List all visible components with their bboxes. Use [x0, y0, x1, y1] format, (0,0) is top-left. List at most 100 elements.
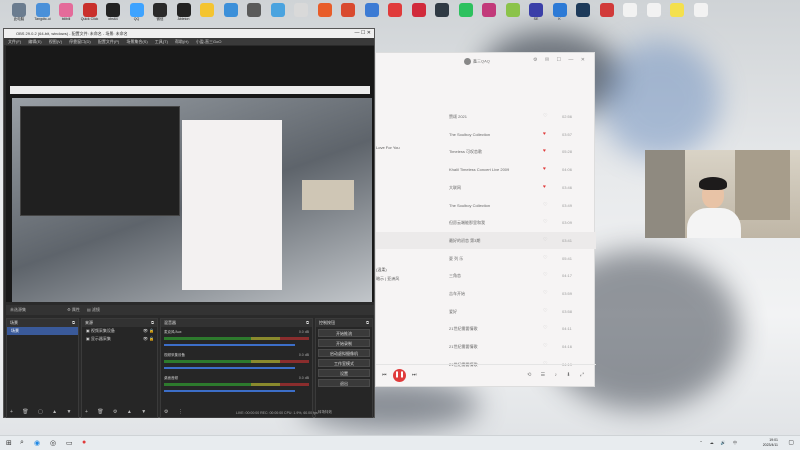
desktop-icon[interactable] — [408, 3, 430, 17]
window-controls[interactable]: — ☐ ✕ — [355, 29, 371, 38]
header-controls[interactable]: ⚙ ✉ ☐ — ✕ — [533, 57, 588, 63]
desktop-icon[interactable] — [361, 3, 383, 17]
desktop-icon[interactable] — [220, 3, 242, 17]
menu-help[interactable]: 帮助(H) — [175, 39, 189, 44]
like-heart-icon[interactable]: ♥ — [543, 184, 546, 190]
start-streaming-button[interactable]: 开始推流 — [318, 329, 370, 337]
desktop-icon[interactable] — [619, 3, 641, 17]
music-taskbar-icon[interactable]: ● — [82, 439, 86, 446]
desktop-icon[interactable] — [478, 3, 500, 17]
studio-mode-button[interactable]: 工作室模式 — [318, 359, 370, 367]
track-row[interactable]: 最好的初恋 第3期 ♡ 03:41 — [376, 231, 596, 249]
source-item-display-capture[interactable]: ▣ 显示器采集 👁 🔒 — [82, 335, 157, 343]
mixer-channel-video-capture[interactable]: 视频采集设备 0.0 dB — [164, 353, 309, 373]
desktop-icon[interactable] — [666, 3, 688, 17]
desktop-icon[interactable]: 微信 — [149, 3, 171, 22]
taskbar-clock[interactable]: 19:01 2023/4/11 — [763, 438, 778, 448]
track-row[interactable]: 夏 列 乐 ♡ 05:41 — [376, 250, 596, 267]
like-heart-icon[interactable]: ♡ — [543, 202, 547, 208]
volume-slider[interactable] — [164, 344, 295, 346]
like-heart-icon[interactable]: ♥ — [543, 131, 546, 137]
track-row[interactable]: 三角恋 ♡ 04:17 — [376, 267, 596, 284]
menu-view[interactable]: 视图(V) — [49, 39, 62, 44]
track-row[interactable]: 21世纪需要情歌 ♡ 04:16 — [376, 338, 596, 355]
desktop-icon[interactable] — [243, 3, 265, 17]
desktop-icon[interactable] — [455, 3, 477, 17]
dock-close-icon[interactable]: ⧉ — [151, 319, 154, 327]
like-heart-icon[interactable]: ♡ — [543, 290, 547, 296]
mixer-channel-mic[interactable]: 麦克风/Aux 0.0 dB — [164, 330, 309, 350]
virtual-camera-button[interactable]: 启动虚拟摄像机 — [318, 349, 370, 357]
like-heart-icon[interactable]: ♡ — [543, 325, 547, 331]
desktop-icon[interactable] — [596, 3, 618, 17]
menu-profile[interactable]: 配置文件(P) — [98, 39, 119, 44]
desktop-icon[interactable] — [384, 3, 406, 17]
mixer-toolbar[interactable]: ⚙ ⋮ — [164, 409, 187, 415]
user-profile[interactable]: 鑫三QAQ — [464, 58, 490, 65]
like-heart-icon[interactable]: ♡ — [543, 237, 547, 243]
obs-preview[interactable] — [6, 46, 374, 302]
desktop-icon[interactable] — [337, 3, 359, 17]
desktop-icon[interactable] — [690, 3, 712, 17]
settings-button[interactable]: 设置 — [318, 369, 370, 377]
menu-docks[interactable]: 停靠窗口(D) — [69, 39, 91, 44]
start-icon[interactable]: ⊞ — [6, 439, 12, 447]
like-heart-icon[interactable]: ♥ — [543, 148, 546, 154]
desktop-icon[interactable] — [290, 3, 312, 17]
desktop-icon[interactable]: QQ — [126, 3, 148, 21]
scene-toolbar[interactable]: + 🗑 ▢ ▲ ▼ — [10, 409, 75, 415]
system-tray[interactable]: ⌃ ☁ 🔊 中 — [699, 440, 740, 446]
menu-file[interactable]: 文件(F) — [8, 39, 21, 44]
pause-button[interactable]: ❚❚ — [393, 369, 406, 382]
desktop-icon[interactable] — [502, 3, 524, 17]
track-row[interactable]: 但愿云端能那里和我 ♡ 03:09 — [376, 214, 596, 231]
desktop-icon[interactable] — [267, 3, 289, 17]
track-row[interactable]: 大联网 ♥ 03:46 — [376, 179, 596, 196]
track-row[interactable]: The Soulboy Collection ♡ 03:49 — [376, 197, 596, 214]
menu-edit[interactable]: 编辑(E) — [28, 39, 41, 44]
track-row[interactable]: 爱好 ♡ 03:58 — [376, 303, 596, 320]
desktop-icon[interactable] — [572, 3, 594, 17]
mixer-channel-desktop-audio[interactable]: 桌面音频 0.0 dB — [164, 376, 309, 396]
desktop-icon[interactable] — [431, 3, 453, 17]
like-heart-icon[interactable]: ♥ — [543, 166, 546, 172]
dock-close-icon[interactable]: ⧉ — [306, 319, 309, 327]
like-heart-icon[interactable]: ♡ — [543, 272, 547, 278]
filters-button[interactable]: ▤ 滤镜 — [87, 307, 100, 312]
track-row[interactable]: The Soulboy Collection ♥ 03:57 — [376, 126, 596, 143]
desktop-icon[interactable] — [196, 3, 218, 17]
search-icon[interactable]: ⌕ — [20, 439, 24, 447]
like-heart-icon[interactable]: ♡ — [543, 113, 547, 119]
desktop-icon[interactable]: Ableton — [173, 3, 195, 21]
explorer-icon[interactable]: ▭ — [66, 439, 73, 447]
desktop-icon[interactable]: 此电脑 — [8, 3, 30, 22]
desktop-icon[interactable]: Tangdtc-ui — [32, 3, 54, 21]
menu-account[interactable]: 小盈-直三GoO — [196, 39, 222, 44]
edge-icon[interactable]: ◉ — [34, 439, 40, 447]
obs-taskbar-icon[interactable]: ◎ — [50, 439, 56, 447]
desktop-icon[interactable]: K — [549, 3, 571, 21]
dock-close-icon[interactable]: ⧉ — [366, 319, 369, 327]
volume-slider[interactable] — [164, 367, 295, 369]
scene-item[interactable]: 场景 — [7, 327, 78, 335]
like-heart-icon[interactable]: ♡ — [543, 343, 547, 349]
track-row[interactable]: Timeless 可叹恋歌 ♥ 05:28 — [376, 143, 596, 160]
track-row[interactable]: 吉车开始 ♡ 03:59 — [376, 285, 596, 302]
exit-button[interactable]: 退出 — [318, 379, 370, 387]
volume-slider[interactable] — [164, 390, 295, 392]
menu-scene-collection[interactable]: 场景集合(S) — [126, 39, 147, 44]
desktop-icon[interactable] — [643, 3, 665, 17]
like-heart-icon[interactable]: ♡ — [543, 255, 547, 261]
desktop-icon[interactable]: bilibili — [55, 3, 77, 21]
like-heart-icon[interactable]: ♡ — [543, 308, 547, 314]
notification-icon[interactable]: ▢ — [788, 439, 794, 446]
previous-track-icon[interactable]: ⏮ — [382, 372, 387, 378]
start-recording-button[interactable]: 开始录制 — [318, 339, 370, 347]
desktop-icon[interactable]: Quick Click — [79, 3, 101, 21]
desktop-icon[interactable] — [314, 3, 336, 17]
source-item-video-capture[interactable]: ▣ 视频采集设备 👁 🔒 — [82, 327, 157, 335]
like-heart-icon[interactable]: ♡ — [543, 219, 547, 225]
next-track-icon[interactable]: ⏭ — [412, 372, 417, 378]
dock-close-icon[interactable]: ⧉ — [72, 319, 75, 327]
source-toolbar[interactable]: + 🗑 ⚙ ▲ ▼ — [85, 409, 150, 415]
